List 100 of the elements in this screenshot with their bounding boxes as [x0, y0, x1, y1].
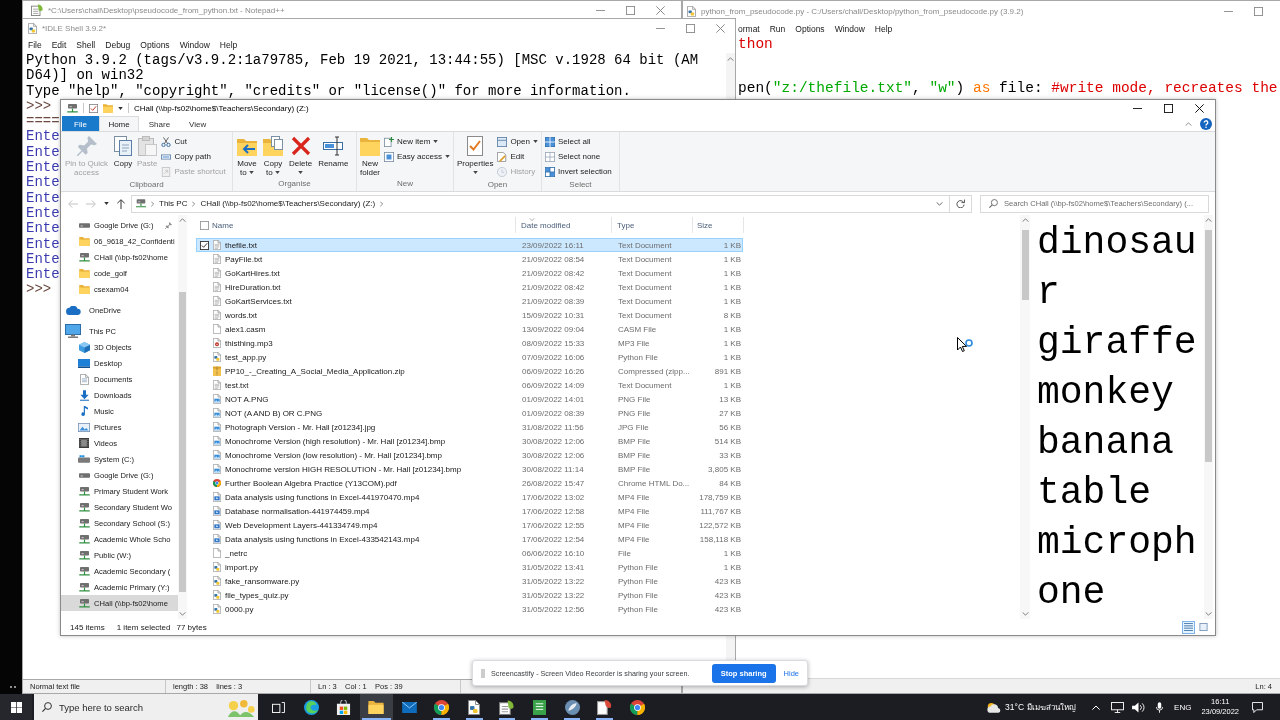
- ribbon-button[interactable]: Select all: [543, 134, 613, 149]
- file-row[interactable]: PP10_-_Creating_A_Social_Media_Application.zip 06/09/2022 16:26 Compressed (zipp... 891 KB: [196, 364, 743, 378]
- file-row[interactable]: HireDuration.txt 21/09/2022 08:42 Text Document 1 KB: [196, 280, 743, 294]
- menu-item[interactable]: ormat: [738, 23, 760, 34]
- file-row[interactable]: thisthing.mp3 08/09/2022 15:33 MP3 File 1 KB: [196, 336, 743, 350]
- ribbon-button[interactable]: Rename: [317, 134, 350, 168]
- ribbon-button[interactable]: Invert selection: [543, 164, 613, 179]
- ribbon-tab[interactable]: View: [179, 116, 216, 131]
- scrollbar-thumb[interactable]: [179, 292, 186, 592]
- network-icon[interactable]: [1111, 701, 1125, 713]
- ribbon-button[interactable]: Cut: [160, 134, 227, 149]
- breadcrumb[interactable]: This PC: [159, 199, 188, 208]
- menu-item[interactable]: Edit: [51, 40, 67, 50]
- file-row[interactable]: GoKartHires.txt 21/09/2022 08:42 Text Document 1 KB: [196, 266, 743, 280]
- menu-item[interactable]: Options: [795, 23, 825, 34]
- ribbon-tab[interactable]: Home: [98, 116, 140, 131]
- chevron-down-icon[interactable]: [1021, 612, 1029, 616]
- ribbon-button[interactable]: New folder: [359, 134, 381, 177]
- chevron-right-icon[interactable]: [151, 200, 154, 207]
- file-row[interactable]: Monochrome version HIGH RESOLUTION - Mr. Hall [z01234].bmp 30/08/2022 11:14 BMP File 3,805 KB: [196, 462, 743, 476]
- weather-cloud-icon[interactable]: [986, 701, 1003, 713]
- checkbox[interactable]: [200, 240, 209, 250]
- scrollbar-thumb[interactable]: [1021, 230, 1029, 300]
- view-button[interactable]: [1182, 620, 1195, 634]
- up-button[interactable]: [115, 198, 127, 209]
- scrollbar[interactable]: [1020, 215, 1030, 619]
- file-row[interactable]: Data analysis using functions in Excel-441970470.mp4 17/06/2022 13:02 MP4 File 178,759 KB: [196, 490, 743, 504]
- file-row[interactable]: Web Development Layers-441334749.mp4 17/06/2022 12:55 MP4 File 122,572 KB: [196, 518, 743, 532]
- file-row[interactable]: Photograph Version - Mr. Hall [z01234].jpg 31/08/2022 11:56 JPG File 56 KB: [196, 420, 743, 434]
- menu-item[interactable]: Debug: [105, 40, 131, 50]
- file-row[interactable]: fake_ransomware.py 31/05/2022 13:22 Python File 423 KB: [196, 574, 743, 588]
- file-row[interactable]: alex1.casm 13/09/2022 09:04 CASM File 1 KB: [196, 322, 743, 336]
- scrollbar-thumb[interactable]: [1205, 230, 1212, 462]
- language-indicator[interactable]: ENG: [1174, 702, 1192, 712]
- menu-item[interactable]: Options: [140, 40, 170, 50]
- column-header[interactable]: Name: [209, 217, 516, 233]
- file-row[interactable]: Data analysis using functions in Excel-433542143.mp4 17/06/2022 12:54 MP4 File 158,118 KB: [196, 532, 743, 546]
- chevron-down-icon[interactable]: [936, 201, 943, 206]
- chevron-right-icon[interactable]: [192, 200, 196, 207]
- ribbon-button[interactable]: Open: [496, 134, 539, 149]
- ribbon-button[interactable]: Select none: [543, 149, 613, 164]
- recent-locations-button[interactable]: [102, 202, 111, 205]
- file-row[interactable]: 0000.py 31/05/2022 12:56 Python File 423 KB: [196, 602, 743, 616]
- ribbon-button[interactable]: Copy: [112, 134, 134, 168]
- checklist-icon[interactable]: [89, 103, 98, 113]
- file-row[interactable]: test_app.py 07/09/2022 16:06 Python File 1 KB: [196, 350, 743, 364]
- file-row[interactable]: Monochrome Version (low resolution) - Mr. Hall [z01234].bmp 30/08/2022 12:06 BMP File 33 KB: [196, 448, 743, 462]
- file-menu-button[interactable]: File: [62, 116, 99, 131]
- column-header[interactable]: Type: [612, 217, 693, 233]
- file-row[interactable]: test.txt 06/09/2022 14:09 Text Document 1 KB: [196, 378, 743, 392]
- taskbar-button[interactable]: [360, 694, 393, 720]
- menu-item[interactable]: Run: [769, 23, 786, 34]
- speaker-icon[interactable]: [1132, 701, 1146, 713]
- menu-item[interactable]: Help: [874, 23, 893, 34]
- ribbon-button[interactable]: New item: [383, 134, 451, 149]
- help-icon[interactable]: [1200, 117, 1212, 130]
- scrollbar[interactable]: [178, 215, 187, 619]
- caret-down-icon[interactable]: [118, 106, 123, 110]
- column-header[interactable]: Size: [693, 217, 744, 233]
- drag-handle-icon[interactable]: [481, 668, 485, 678]
- ribbon-button[interactable]: Delete: [288, 134, 314, 177]
- ribbon-button[interactable]: Edit: [496, 149, 539, 164]
- refresh-button[interactable]: [950, 194, 972, 213]
- menu-item[interactable]: File: [28, 40, 42, 50]
- column-header[interactable]: Date modified: [516, 217, 612, 233]
- network-drive-icon[interactable]: [67, 103, 78, 113]
- scrollbar[interactable]: [1204, 215, 1213, 619]
- file-row[interactable]: Database normalisation-441974459.mp4 17/06/2022 12:58 MP4 File 111,767 KB: [196, 504, 743, 518]
- file-row[interactable]: NOT A.PNG 01/09/2022 14:01 PNG File 13 KB: [196, 392, 743, 406]
- microphone-icon[interactable]: [1156, 701, 1164, 713]
- breadcrumb[interactable]: CHall (\\bp-fs02\home$\Teachers\Secondary) (Z:): [200, 199, 376, 208]
- menu-item[interactable]: Shell: [76, 40, 96, 50]
- address-bar[interactable]: This PC CHall (\\bp-fs02\home$\Teachers\Secondary) (Z:): [131, 194, 950, 213]
- ribbon-button[interactable]: Copy to: [262, 134, 284, 177]
- ribbon-tab[interactable]: Share: [139, 116, 180, 131]
- view-button[interactable]: [1197, 620, 1210, 634]
- file-row[interactable]: Monochrome Version (high resolution) - Mr. Hall [z01234].bmp 30/08/2022 12:06 BMP File 514 KB: [196, 434, 743, 448]
- weather-condition[interactable]: มีเมฆส่วนใหญ่: [1027, 700, 1077, 714]
- chevron-down-icon[interactable]: [179, 612, 186, 616]
- file-row[interactable]: GoKartServices.txt 21/09/2022 08:39 Text Document 1 KB: [196, 294, 743, 308]
- file-row[interactable]: file_types_quiz.py 31/05/2022 13:22 Python File 423 KB: [196, 588, 743, 602]
- file-row[interactable]: words.txt 15/09/2022 10:31 Text Document 8 KB: [196, 308, 743, 322]
- folder-icon[interactable]: [103, 103, 113, 113]
- menu-item[interactable]: Help: [219, 40, 238, 50]
- chevron-down-icon[interactable]: [1205, 612, 1212, 616]
- ribbon-button[interactable]: Easy access: [383, 149, 451, 164]
- search-field[interactable]: Type here to search: [34, 694, 258, 720]
- checkbox[interactable]: [200, 220, 209, 230]
- start-button[interactable]: [0, 694, 32, 720]
- chevron-right-icon[interactable]: [380, 200, 384, 207]
- file-row[interactable]: Further Boolean Algebra Practice (Y13COM).pdf 26/08/2022 15:47 Chrome HTML Do... 84 KB: [196, 476, 743, 490]
- file-row[interactable]: PayFile.txt 21/09/2022 08:54 Text Document 1 KB: [196, 252, 743, 266]
- menu-item[interactable]: Window: [179, 40, 210, 50]
- ribbon-button[interactable]: Move to: [236, 134, 258, 177]
- file-row[interactable]: _netrc 06/06/2022 16:10 File 1 KB: [196, 546, 743, 560]
- ribbon-button[interactable]: Properties: [455, 134, 495, 177]
- file-row[interactable]: NOT (A AND B) OR C.PNG 01/09/2022 08:39 PNG File 27 KB: [196, 406, 743, 420]
- temperature[interactable]: 31°C: [1005, 702, 1025, 712]
- file-row[interactable]: import.py 31/05/2022 13:41 Python File 1 KB: [196, 560, 743, 574]
- notification-icon[interactable]: [1252, 701, 1263, 713]
